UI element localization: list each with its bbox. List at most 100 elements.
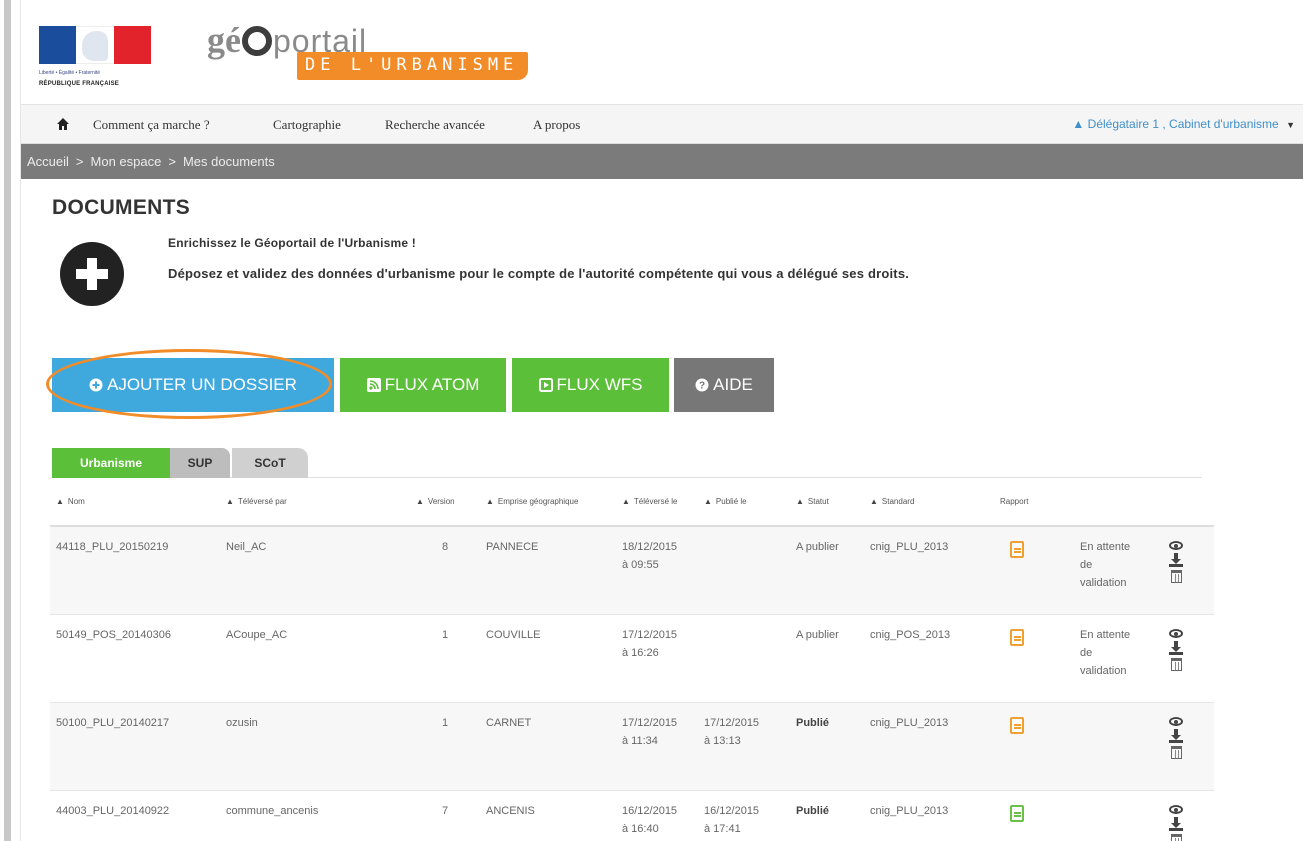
plus-circle-icon [89,378,103,392]
aide-button[interactable]: ? AIDE [674,358,774,412]
breadcrumb-mon-espace[interactable]: Mon espace [91,154,162,169]
logo-subtitle: DE L'URBANISME [297,52,529,80]
table-row: 44118_PLU_20150219 Neil_AC 8 PANNECE 18/… [50,526,1214,615]
col-rapport: Rapport [994,478,1074,527]
cell-publie-le [698,526,790,615]
cell-etat: En attente de validation [1074,526,1160,615]
trash-icon[interactable] [1170,570,1182,583]
breadcrumb-separator: > [168,154,176,169]
republique-francaise-logo[interactable]: Liberté • Égalité • Fraternité RÉPUBLIQU… [39,26,151,92]
home-icon[interactable] [57,118,69,130]
col-televerse-le[interactable]: ▲ Téléversé le [616,478,698,527]
report-file-icon[interactable] [1010,541,1024,558]
intro-title: Enrichissez le Géoportail de l'Urbanisme… [168,236,416,250]
download-icon[interactable] [1169,816,1183,831]
cell-statut: A publier [790,526,864,615]
logo-ge: gé [207,20,241,60]
col-statut[interactable]: ▲ Statut [790,478,864,527]
view-icon[interactable] [1169,541,1183,550]
cell-emprise: COUVILLE [480,614,616,703]
cell-publie-le: 17/12/2015 à 13:13 [698,702,790,791]
col-televerse-par[interactable]: ▲ Téléversé par [220,478,410,527]
add-dossier-label: AJOUTER UN DOSSIER [107,375,297,394]
cell-actions [1160,526,1214,615]
report-file-icon[interactable] [1010,804,1024,822]
view-icon[interactable] [1169,716,1183,726]
nav-comment-ca-marche[interactable]: Comment ça marche ? [93,117,210,133]
main-content: DOCUMENTS Enrichissez le Géoportail de l… [46,196,1232,841]
col-version[interactable]: ▲ Version [410,478,480,527]
breadcrumb-separator: > [75,154,84,169]
download-icon[interactable] [1169,640,1183,655]
cell-rapport [994,790,1074,841]
question-circle-icon: ? [695,378,709,392]
main-navbar: Comment ça marche ? Cartographie Recherc… [21,104,1303,144]
cell-emprise: ANCENIS [480,790,616,841]
caret-down-icon: ▼ [1286,120,1295,130]
report-file-icon[interactable] [1010,716,1024,734]
cell-actions [1160,790,1214,841]
breadcrumb-mes-documents: Mes documents [182,154,275,169]
cell-nom: 50149_POS_20140306 [50,614,220,703]
tab-sup[interactable]: SUP [170,448,230,478]
aide-label: AIDE [713,375,753,394]
download-icon[interactable] [1169,553,1183,567]
trash-icon[interactable] [1170,745,1182,759]
site-header: Liberté • Égalité • Fraternité RÉPUBLIQU… [21,0,1303,104]
add-dossier-button[interactable]: AJOUTER UN DOSSIER [52,358,334,412]
marianne-flag-icon [39,26,151,64]
page-title: DOCUMENTS [52,196,191,219]
cell-version: 7 [410,790,480,841]
cell-statut: Publié [790,790,864,841]
tab-scot[interactable]: SCoT [232,448,308,478]
cell-televerse-le: 17/12/2015 à 16:26 [616,614,698,703]
table-header-row: ▲ Nom ▲ Téléversé par ▲ Version ▲ Emprise gé… [50,478,1214,527]
flux-atom-label: FLUX ATOM [384,375,480,394]
document-tabs: Urbanisme SUP SCoT [52,444,1202,478]
cell-televerse-par: Neil_AC [220,526,410,615]
breadcrumb: Accueil > Mon espace > Mes documents [21,144,1303,179]
cell-nom: 50100_PLU_20140217 [50,702,220,791]
nav-recherche-avancee[interactable]: Recherche avancée [385,117,485,133]
intro-text: Déposez et validez des données d'urbanis… [168,266,910,281]
trash-icon[interactable] [1170,657,1182,671]
cell-nom: 44003_PLU_20140922 [50,790,220,841]
cell-televerse-le: 17/12/2015 à 11:34 [616,702,698,791]
col-emprise[interactable]: ▲ Emprise géographique [480,478,616,527]
user-menu[interactable]: ▲ Délégataire 1 , Cabinet d'urbanisme ▼ [1072,117,1295,131]
view-icon[interactable] [1169,804,1183,814]
cell-statut: A publier [790,614,864,703]
cell-standard: cnig_PLU_2013 [864,526,994,615]
col-publie-le[interactable]: ▲ Publié le [698,478,790,527]
view-icon[interactable] [1169,628,1183,638]
report-file-icon[interactable] [1010,628,1024,646]
download-icon[interactable] [1169,728,1183,743]
flux-atom-button[interactable]: FLUX ATOM [340,358,506,412]
col-nom[interactable]: ▲ Nom [50,478,220,527]
trash-icon[interactable] [1170,833,1182,841]
cell-statut: Publié [790,702,864,791]
nav-cartographie[interactable]: Cartographie [273,117,341,133]
cell-actions [1160,614,1214,703]
user-name: Délégataire 1 , Cabinet d'urbanisme [1087,117,1279,131]
add-circle-icon [60,242,124,306]
nav-a-propos[interactable]: A propos [533,117,580,133]
col-standard[interactable]: ▲ Standard [864,478,994,527]
flux-wfs-label: FLUX WFS [556,375,643,394]
page-edge [0,0,20,841]
cell-televerse-par: ozusin [220,702,410,791]
cell-standard: cnig_PLU_2013 [864,702,994,791]
cell-televerse-par: commune_ancenis [220,790,410,841]
breadcrumb-accueil[interactable]: Accueil [27,154,69,169]
geoportail-logo[interactable]: gé portail DE L'URBANISME [207,20,587,90]
cell-standard: cnig_POS_2013 [864,614,994,703]
documents-table: ▲ Nom ▲ Téléversé par ▲ Version ▲ Emprise gé… [50,478,1214,841]
flux-wfs-button[interactable]: FLUX WFS [512,358,669,412]
cell-televerse-par: ACoupe_AC [220,614,410,703]
table-row: 44003_PLU_20140922 commune_ancenis 7 ANC… [50,790,1214,841]
cell-version: 1 [410,614,480,703]
cell-etat [1074,790,1160,841]
tab-urbanisme[interactable]: Urbanisme [52,448,170,478]
cell-etat: En attente de validation [1074,614,1160,703]
cell-rapport [994,614,1074,703]
